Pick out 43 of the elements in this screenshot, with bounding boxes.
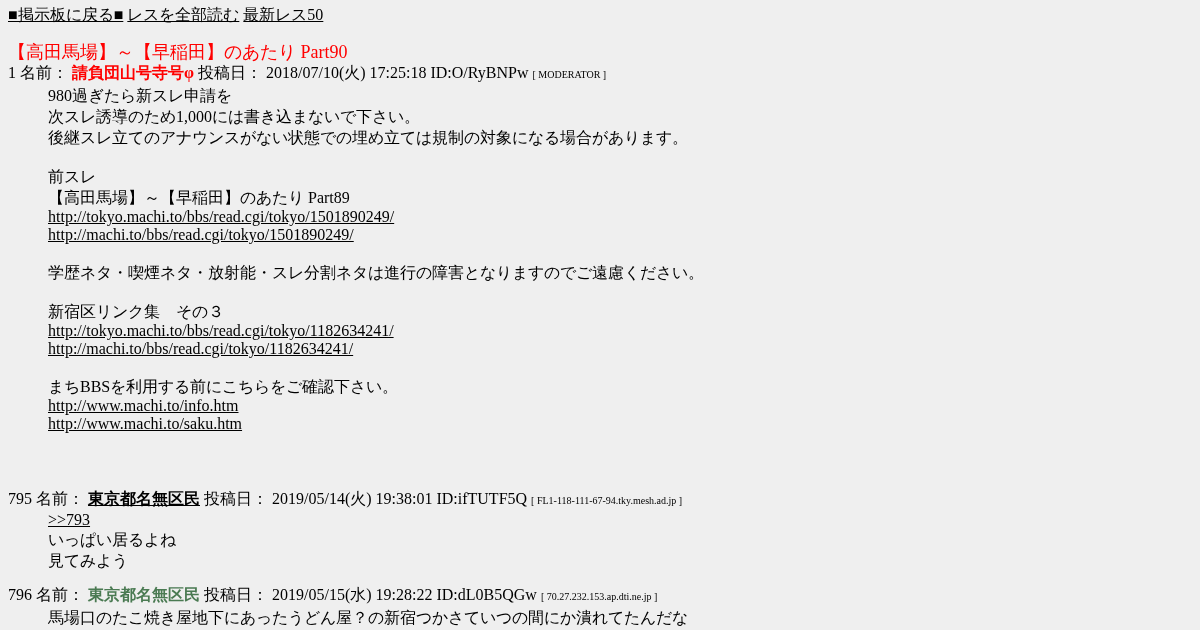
post-date: 2019/05/14(火) 19:38:01	[272, 489, 433, 509]
post-number: 795	[8, 489, 32, 509]
post-link[interactable]: http://tokyo.machi.to/bbs/read.cgi/tokyo/1182634241/	[48, 322, 394, 340]
post-text: 前スレ	[48, 167, 96, 187]
date-label: 投稿日：	[204, 489, 268, 509]
name-label: 名前：	[36, 489, 84, 509]
poster-host: [ MODERATOR ]	[532, 68, 607, 82]
post-text: 980過ぎたら新スレ申請を	[48, 86, 232, 106]
post-text: 次スレ誘導のため1,000には書き込まないで下さい。	[48, 107, 420, 127]
name-label: 名前：	[20, 63, 68, 83]
post-number: 796	[8, 585, 32, 605]
post-text: 見てみよう	[48, 551, 128, 571]
post-date: 2019/05/15(水) 19:28:22	[272, 585, 433, 605]
post-text: まちBBSを利用する前にこちらをご確認下さい。	[48, 377, 399, 397]
poster-host: [ 70.27.232.153.ap.dti.ne.jp ]	[540, 590, 658, 604]
poster-name-link[interactable]: 東京都名無区民	[88, 489, 200, 509]
poster-name: 東京都名無区民	[88, 585, 200, 605]
poster-name: 請負団山号寺号φ	[72, 63, 194, 83]
post-date: 2018/07/10(火) 17:25:18	[266, 63, 427, 83]
post-link[interactable]: http://tokyo.machi.to/bbs/read.cgi/tokyo/1501890249/	[48, 208, 395, 226]
nav-link[interactable]: レスを全部読む	[127, 4, 240, 26]
nav-link[interactable]: 最新レス50	[243, 4, 324, 26]
post-text: いっぱい居るよね	[48, 530, 176, 550]
date-label: 投稿日：	[198, 63, 262, 83]
post-text: 【高田馬場】～【早稲田】のあたり Part89	[48, 188, 350, 208]
post-text: 新宿区リンク集 その３	[48, 302, 224, 322]
date-label: 投稿日：	[204, 585, 268, 605]
post-link[interactable]: >>793	[48, 511, 91, 529]
post-number: 1	[8, 63, 16, 83]
post-text: 馬場口のたこ焼き屋地下にあったうどん屋？の新宿つかさていつの間にか潰れてたんだな	[48, 608, 688, 628]
post-text: 後継スレ立てのアナウンスがない状態での埋め立ては規制の対象になる場合があります。	[48, 128, 688, 148]
post-link[interactable]: http://machi.to/bbs/read.cgi/tokyo/1182634241/	[48, 340, 354, 358]
post-link[interactable]: http://www.machi.to/info.htm	[48, 397, 239, 415]
post-link[interactable]: http://www.machi.to/saku.htm	[48, 415, 243, 433]
name-label: 名前：	[36, 585, 84, 605]
thread-title: 【高田馬場】～【早稲田】のあたり Part90	[8, 41, 349, 63]
poster-id: ID:ifTUTF5Q	[436, 489, 528, 509]
post-link[interactable]: http://machi.to/bbs/read.cgi/tokyo/1501890249/	[48, 226, 354, 244]
poster-host: [ FL1-118-111-67-94.tky.mesh.ad.jp ]	[531, 494, 683, 508]
poster-id: ID:dL0B5QGw	[436, 585, 537, 605]
nav-link[interactable]: ■掲示板に戻る■	[8, 4, 124, 26]
post-text: 学歴ネタ・喫煙ネタ・放射能・スレ分割ネタは進行の障害となりますのでご遠慮ください。	[48, 263, 704, 283]
poster-id: ID:O/RyBNPw	[430, 63, 529, 83]
